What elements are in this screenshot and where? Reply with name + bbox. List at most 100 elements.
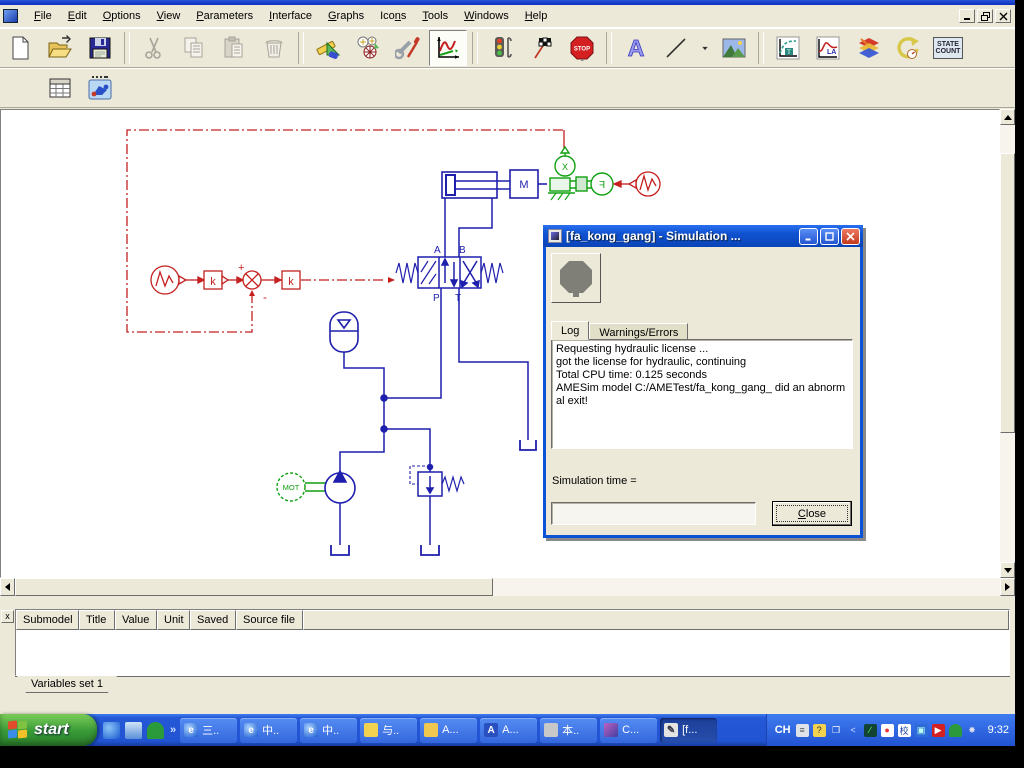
damper[interactable] xyxy=(548,176,591,201)
delete-button[interactable] xyxy=(255,30,293,66)
close-button[interactable]: Close xyxy=(772,501,852,526)
qq-tray-icon[interactable]: ● xyxy=(880,723,894,737)
quick-launch-chevron-icon[interactable]: » xyxy=(170,724,176,736)
gain-block-1[interactable]: k xyxy=(203,270,230,290)
text-tool-button[interactable]: A xyxy=(617,30,655,66)
taskbar-clock[interactable]: 9:32 xyxy=(988,724,1009,736)
column-header-value[interactable]: Value xyxy=(115,610,157,630)
pump[interactable] xyxy=(324,469,356,504)
menu-options[interactable]: Options xyxy=(95,8,149,24)
scroll-right-button[interactable] xyxy=(1000,578,1015,596)
submodel-mode-button[interactable] xyxy=(349,30,387,66)
task-button[interactable]: 与.. xyxy=(360,717,418,743)
mdi-close-button[interactable] xyxy=(995,9,1011,23)
network-tray-icon[interactable]: ▣ xyxy=(914,723,928,737)
task-button[interactable]: 本.. xyxy=(540,717,598,743)
column-header-saved[interactable]: Saved xyxy=(190,610,236,630)
simulation-time-field[interactable] xyxy=(551,502,756,525)
task-button[interactable]: e 中.. xyxy=(300,717,358,743)
hscroll-thumb[interactable] xyxy=(15,578,493,596)
copy-button[interactable] xyxy=(175,30,213,66)
column-header-source-file[interactable]: Source file xyxy=(236,610,303,630)
mdi-minimize-button[interactable] xyxy=(959,9,975,23)
plot-temporal-button[interactable]: T xyxy=(769,30,807,66)
task-button[interactable]: ✎ [f... xyxy=(660,717,718,743)
tab-log[interactable]: Log xyxy=(551,321,590,340)
media-tray-icon[interactable]: ▶ xyxy=(931,723,945,737)
signal-source-force[interactable] xyxy=(612,171,661,197)
cross-results-button[interactable] xyxy=(849,30,887,66)
image-tool-button[interactable] xyxy=(715,30,753,66)
hydraulic-cylinder[interactable] xyxy=(441,171,510,199)
task-button[interactable]: C... xyxy=(600,717,658,743)
vscroll-thumb[interactable] xyxy=(1000,153,1015,433)
umbrella-tray-icon[interactable] xyxy=(948,723,962,737)
quick-launch-mail-icon[interactable] xyxy=(125,721,142,739)
signal-source-input[interactable] xyxy=(150,265,188,295)
prime-mover[interactable]: MOT xyxy=(276,472,326,502)
gain-block-2[interactable]: k xyxy=(281,270,301,290)
panel-close-button[interactable]: x xyxy=(1,610,14,623)
position-sensor[interactable]: X xyxy=(554,145,576,177)
rewatch-button[interactable] xyxy=(889,30,927,66)
line-dropdown-button[interactable] xyxy=(697,30,713,66)
relief-valve[interactable] xyxy=(409,465,465,497)
accumulator[interactable] xyxy=(329,311,359,353)
menu-help[interactable]: Help xyxy=(517,8,556,24)
scroll-left-button[interactable] xyxy=(0,578,15,596)
tab-warnings-errors[interactable]: Warnings/Errors xyxy=(589,323,689,340)
tank-symbols[interactable] xyxy=(330,440,537,556)
help-tray-icon[interactable]: ? xyxy=(812,723,826,737)
paste-button[interactable] xyxy=(215,30,253,66)
spinner-tray-icon[interactable]: ✸ xyxy=(966,724,979,737)
menu-edit[interactable]: Edit xyxy=(60,8,95,24)
start-run-button[interactable] xyxy=(483,30,521,66)
sketch-mode-button[interactable] xyxy=(309,30,347,66)
dialog-close-button[interactable] xyxy=(841,227,860,245)
monitor-tray-icon[interactable]: ∕ xyxy=(863,723,877,737)
menu-parameters[interactable]: Parameters xyxy=(188,8,261,24)
chevron-left-tray-icon[interactable]: < xyxy=(847,724,860,737)
column-header-title[interactable]: Title xyxy=(79,610,115,630)
mass-block[interactable]: M xyxy=(509,169,547,199)
servo-valve[interactable]: A B P T xyxy=(395,245,504,304)
task-button[interactable]: A... xyxy=(420,717,478,743)
dialog-title-bar[interactable]: [fa_kong_gang] - Simulation ... xyxy=(543,225,863,247)
log-output[interactable]: Requesting hydraulic license ... got the … xyxy=(551,339,853,449)
horizontal-scrollbar[interactable] xyxy=(0,578,1015,596)
cut-button[interactable] xyxy=(135,30,173,66)
parameter-mode-button[interactable] xyxy=(389,30,427,66)
task-button[interactable]: A A... xyxy=(480,717,538,743)
plot-button[interactable] xyxy=(1,70,39,106)
quick-launch-umbrella-icon[interactable] xyxy=(147,721,164,739)
stop-button[interactable]: STOP xyxy=(563,30,601,66)
new-button[interactable] xyxy=(1,30,39,66)
antivirus-tray-icon[interactable]: 校 xyxy=(897,723,911,737)
table-button[interactable] xyxy=(41,70,79,106)
quick-launch-ie-icon[interactable] xyxy=(103,721,120,739)
run-mode-button[interactable] xyxy=(429,30,467,66)
stop-simulation-button[interactable] xyxy=(551,253,601,303)
menu-graphs[interactable]: Graphs xyxy=(320,8,372,24)
vertical-scrollbar[interactable] xyxy=(1000,109,1015,578)
keyboard-tray-icon[interactable]: ≡ xyxy=(795,723,809,737)
scroll-down-button[interactable] xyxy=(1000,562,1015,578)
menu-tools[interactable]: Tools xyxy=(414,8,456,24)
window-stack-tray-icon[interactable]: ❐ xyxy=(830,724,843,737)
force-source[interactable]: F xyxy=(590,172,614,196)
menu-interface[interactable]: Interface xyxy=(261,8,320,24)
run-flag-button[interactable] xyxy=(523,30,561,66)
column-header-submodel[interactable]: Submodel xyxy=(16,610,79,630)
line-tool-button[interactable] xyxy=(657,30,695,66)
task-button[interactable]: e 三.. xyxy=(180,717,238,743)
tab-variables-set-1[interactable]: Variables set 1 xyxy=(17,676,117,693)
mdi-restore-button[interactable] xyxy=(977,9,993,23)
menu-windows[interactable]: Windows xyxy=(456,8,517,24)
save-button[interactable] xyxy=(81,30,119,66)
dialog-minimize-button[interactable] xyxy=(799,227,818,245)
dialog-maximize-button[interactable] xyxy=(820,227,839,245)
task-button[interactable]: e 中.. xyxy=(240,717,298,743)
menu-view[interactable]: View xyxy=(149,8,189,24)
column-header-unit[interactable]: Unit xyxy=(157,610,190,630)
open-button[interactable] xyxy=(41,30,79,66)
